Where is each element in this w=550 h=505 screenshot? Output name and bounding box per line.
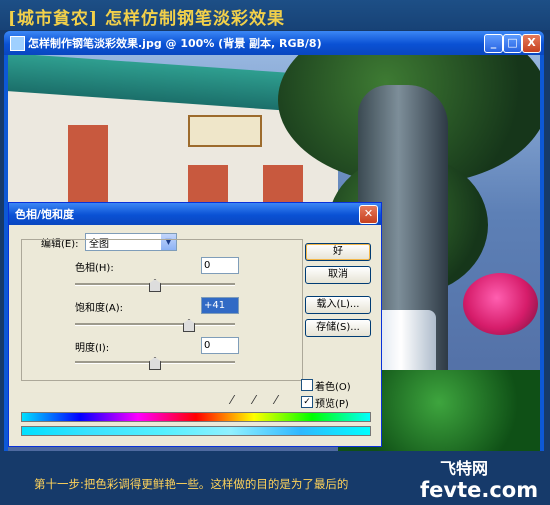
output-color-bar (21, 426, 371, 436)
preview-checkbox[interactable]: ✓ (301, 396, 313, 408)
eyedropper-plus-icon[interactable]: ⁄ (253, 393, 255, 407)
banner-title: [城市貧农] 怎样仿制钢笔淡彩效果 (8, 9, 286, 29)
eyedropper-minus-icon[interactable]: ⁄ (275, 393, 277, 407)
watermark-en: fevte.com (420, 478, 539, 502)
lightness-label: 明度(I): (75, 343, 110, 354)
saturation-input[interactable]: +41 (201, 297, 239, 314)
minimize-button[interactable]: _ (484, 34, 503, 53)
load-button[interactable]: 载入(L)... (305, 296, 371, 314)
preview-label: 预览(P) (315, 399, 349, 410)
colorize-checkbox[interactable] (301, 379, 313, 391)
photoshop-doc-icon (10, 36, 25, 51)
colorize-label: 着色(O) (315, 382, 351, 393)
photo-flower-bush (463, 273, 538, 335)
maximize-button[interactable]: □ (503, 34, 522, 53)
saturation-slider-track[interactable] (75, 323, 235, 326)
lightness-input[interactable]: 0 (201, 337, 239, 354)
dialog-title-bar[interactable]: 色相/饱和度 ✕ (9, 203, 381, 225)
hue-input[interactable]: 0 (201, 257, 239, 274)
watermark-cn: 飞特网 (440, 459, 489, 478)
document-title: 怎样制作钢笔淡彩效果.jpg @ 100% (背景 副本, RGB/8) (28, 37, 322, 50)
hue-label: 色相(H): (75, 263, 114, 274)
ok-button[interactable]: 好 (305, 243, 371, 261)
input-color-bar (21, 412, 371, 422)
eyedropper-icon[interactable]: ⁄ (231, 393, 233, 407)
dialog-title: 色相/饱和度 (15, 208, 75, 221)
tutorial-banner: [城市貧农] 怎样仿制钢笔淡彩效果 (0, 0, 550, 30)
saturation-label: 饱和度(A): (75, 303, 124, 314)
dialog-close-button[interactable]: ✕ (359, 205, 378, 224)
save-button[interactable]: 存储(S)... (305, 319, 371, 337)
close-button[interactable]: X (522, 34, 541, 53)
hue-saturation-dialog: 色相/饱和度 ✕ 编辑(E): 全图 ▼ 色相(H): 0 饱和度(A): +4… (8, 202, 382, 447)
step-caption: 第十一步:把色彩调得更鲜艳一些。这样做的目的是为了最后的 (34, 477, 349, 491)
photo-sign (188, 115, 262, 147)
document-title-bar[interactable]: 怎样制作钢笔淡彩效果.jpg @ 100% (背景 副本, RGB/8) _ □… (4, 31, 544, 55)
fevte-logo-icon (448, 450, 538, 451)
adjustment-group (21, 239, 303, 381)
cancel-button[interactable]: 取消 (305, 266, 371, 284)
